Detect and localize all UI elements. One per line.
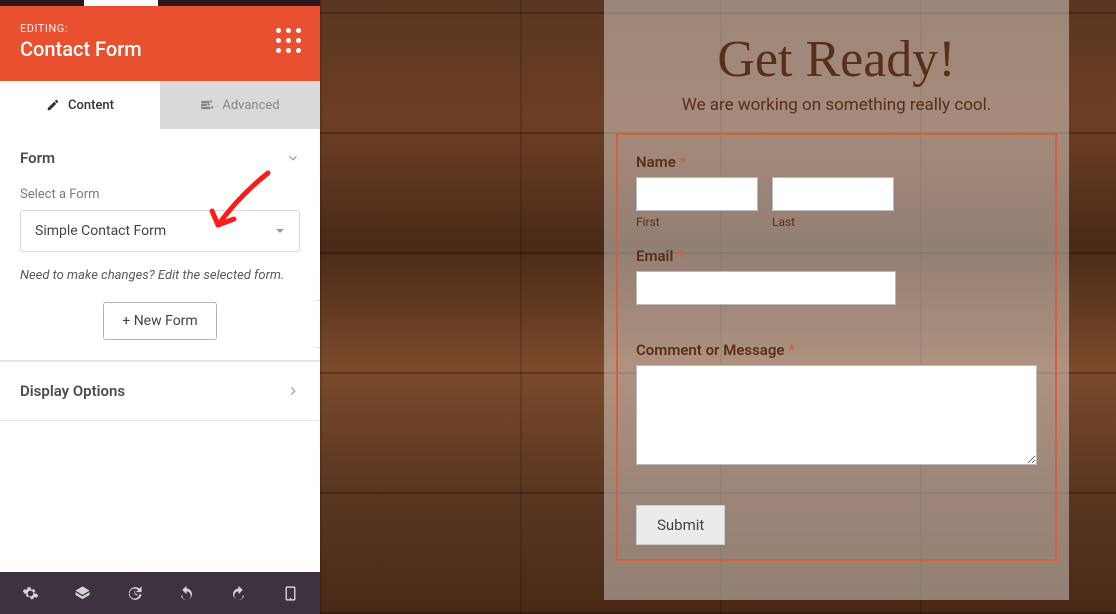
new-form-button[interactable]: + New Form: [103, 302, 216, 340]
last-sublabel: Last: [772, 215, 894, 229]
history-button[interactable]: [114, 572, 154, 614]
tab-advanced-label: Advanced: [222, 98, 279, 113]
undo-icon: [178, 585, 195, 602]
name-label: Name *: [636, 153, 1037, 171]
section-form-title: Form: [20, 149, 55, 167]
hero-subtitle: We are working on something really cool.: [604, 95, 1069, 115]
email-input[interactable]: [636, 271, 896, 305]
section-form-header[interactable]: Form: [0, 129, 320, 187]
redo-icon: [230, 585, 247, 602]
undo-button[interactable]: [166, 572, 206, 614]
mobile-icon: [282, 585, 299, 602]
chevron-down-icon: [286, 151, 300, 165]
first-sublabel: First: [636, 215, 758, 229]
tab-advanced[interactable]: Advanced: [160, 81, 320, 129]
select-form-label: Select a Form: [20, 187, 300, 202]
layers-icon: [74, 585, 91, 602]
tab-content-label: Content: [68, 98, 114, 113]
email-label: Email *: [636, 247, 1037, 265]
form-select[interactable]: Simple Contact Form: [20, 210, 300, 252]
form-select-value: Simple Contact Form: [35, 223, 166, 239]
form-hint: Need to make changes? Edit the selected …: [20, 266, 300, 286]
caret-down-icon: [275, 226, 285, 236]
history-icon: [126, 585, 143, 602]
panel-body: Form Select a Form Simple Contact Form N…: [0, 129, 320, 572]
pencil-icon: [46, 98, 60, 112]
page-overlay: Get Ready! We are working on something r…: [604, 0, 1069, 600]
preview-canvas[interactable]: Get Ready! We are working on something r…: [320, 0, 1116, 614]
display-options-title: Display Options: [20, 382, 125, 400]
section-display-options[interactable]: Display Options: [0, 361, 320, 421]
hero-title: Get Ready!: [604, 30, 1069, 89]
apps-grid-icon[interactable]: [276, 28, 300, 52]
tab-bar: Content Advanced: [0, 81, 320, 129]
last-name-input[interactable]: [772, 177, 894, 211]
gear-icon: [22, 585, 39, 602]
editor-sidebar: EDITING: Contact Form Content Advanced F…: [0, 0, 320, 614]
chevron-right-icon: [286, 384, 300, 398]
settings-button[interactable]: [10, 572, 50, 614]
bottom-toolbar: [0, 572, 320, 614]
tab-content[interactable]: Content: [0, 81, 160, 129]
redo-button[interactable]: [218, 572, 258, 614]
comment-textarea[interactable]: [636, 365, 1037, 465]
submit-button[interactable]: Submit: [636, 505, 725, 545]
widget-title: Contact Form: [20, 37, 142, 61]
sliders-icon: [200, 98, 214, 112]
contact-form-widget[interactable]: Name * First Last Email *: [616, 133, 1057, 561]
responsive-button[interactable]: [270, 572, 310, 614]
navigator-button[interactable]: [62, 572, 102, 614]
panel-header: EDITING: Contact Form: [0, 6, 320, 81]
first-name-input[interactable]: [636, 177, 758, 211]
comment-label: Comment or Message *: [636, 341, 1037, 359]
editing-label: EDITING:: [20, 22, 142, 35]
